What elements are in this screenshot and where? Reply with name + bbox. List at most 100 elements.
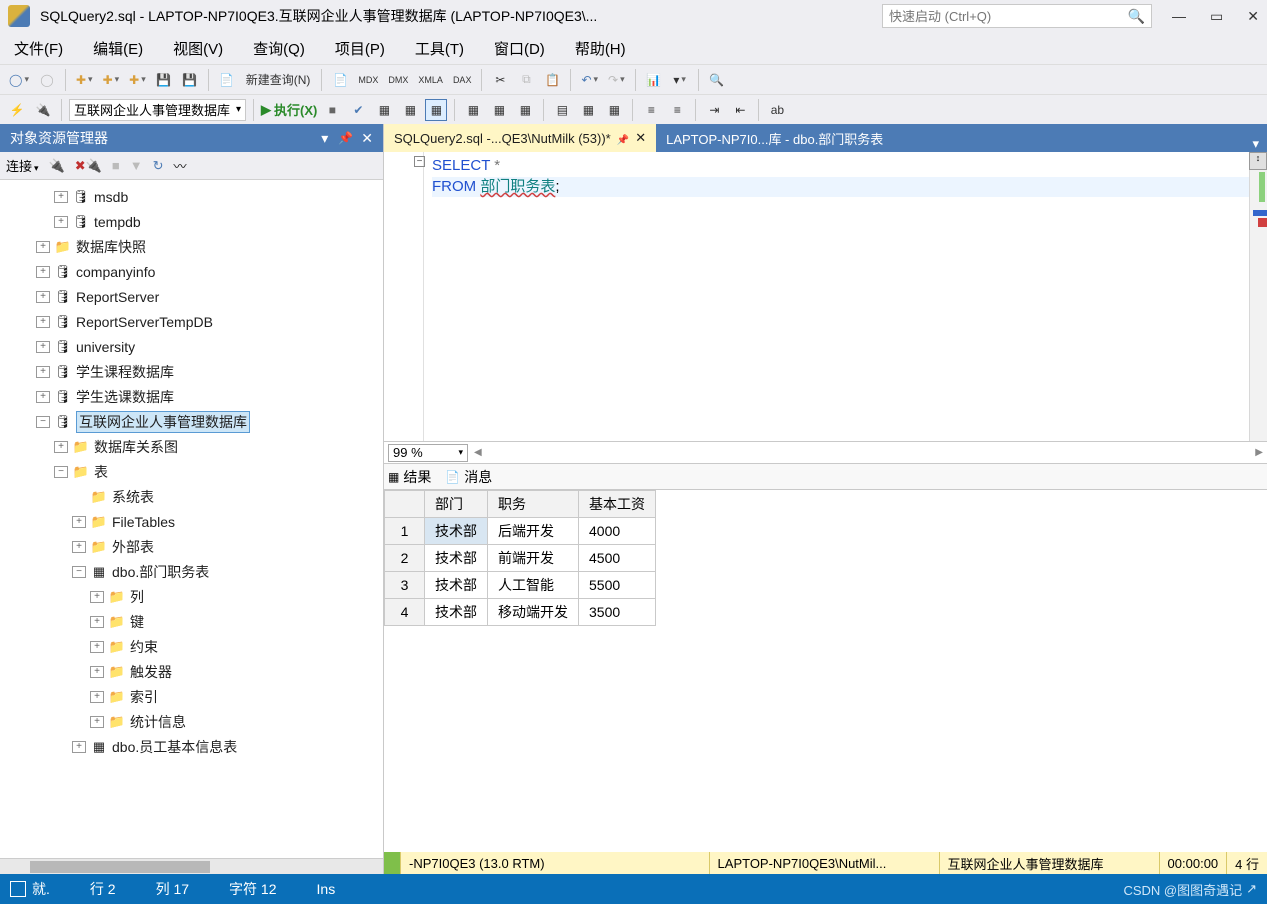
dmx-button[interactable]: DMX — [385, 69, 411, 91]
client-stats-button[interactable]: ▦ — [514, 99, 536, 121]
save-all-button[interactable]: 💾 — [179, 69, 201, 91]
code-text[interactable]: − SELECT * FROM 部门职务表; — [424, 152, 1267, 441]
db-engine-query-button[interactable]: 📄 — [329, 69, 351, 91]
tree-node[interactable]: +🛢学生选课数据库 — [0, 384, 383, 409]
tree-node[interactable]: +📁键 — [0, 609, 383, 634]
outline-collapse-icon[interactable]: − — [414, 156, 425, 167]
tool-options-button[interactable]: ▾ — [669, 69, 691, 91]
tree-node[interactable]: −▦dbo.部门职务表 — [0, 559, 383, 584]
minimize-button[interactable]: — — [1172, 8, 1186, 25]
results-grid-button[interactable]: ▦ — [577, 99, 599, 121]
new-query-button[interactable]: 新建查询(N) — [242, 69, 315, 91]
activity-monitor-button[interactable]: 📊 — [643, 69, 665, 91]
disconnect-icon[interactable]: ✖🔌 — [75, 158, 102, 174]
object-explorer-header[interactable]: 对象资源管理器 ▾ 📌 ✕ — [0, 124, 383, 152]
close-button[interactable]: ✕ — [1247, 8, 1259, 25]
search-icon[interactable]: 🔍 — [1128, 8, 1145, 25]
database-selector[interactable]: 互联网企业人事管理数据库 — [69, 99, 246, 121]
results-grid[interactable]: 部门职务基本工资1技术部后端开发40002技术部前端开发45003技术部人工智能… — [384, 490, 1267, 852]
parse-button[interactable]: ✔ — [347, 99, 369, 121]
oe-scrollbar[interactable] — [0, 858, 383, 874]
menu-query[interactable]: 查询(Q) — [253, 38, 305, 59]
tab-sqlquery2[interactable]: SQLQuery2.sql -...QE3\NutMilk (53))* ✕ — [384, 124, 656, 152]
pin-icon[interactable]: 📌 — [338, 131, 353, 145]
estimated-plan-button[interactable]: ▦ — [373, 99, 395, 121]
tree-node[interactable]: +📁列 — [0, 584, 383, 609]
connect-dropdown[interactable]: 连接 — [6, 156, 39, 175]
execute-button[interactable]: 执行(X) — [261, 100, 317, 119]
quick-launch-box[interactable]: 🔍 — [882, 4, 1152, 28]
tree-node[interactable]: −🛢互联网企业人事管理数据库 — [0, 409, 383, 434]
tab-close-icon[interactable]: ✕ — [635, 130, 646, 146]
results-tab[interactable]: ▦结果 — [388, 467, 431, 487]
uncomment-button[interactable]: ≡ — [666, 99, 688, 121]
intellisense-button[interactable]: ▦ — [425, 99, 447, 121]
mdx-button[interactable]: MDX — [355, 69, 381, 91]
add-item-button[interactable]: ✚ — [126, 69, 149, 91]
stop-button[interactable]: ■ — [321, 99, 343, 121]
menu-project[interactable]: 项目(P) — [335, 38, 385, 59]
query-options-button[interactable]: ▦ — [399, 99, 421, 121]
connect-icon[interactable]: ⚡ — [6, 99, 28, 121]
quick-launch-input[interactable] — [889, 9, 1128, 24]
menu-edit[interactable]: 编辑(E) — [93, 38, 143, 59]
tree-node[interactable]: +📁外部表 — [0, 534, 383, 559]
hscroll-left-icon[interactable]: ◀ — [474, 447, 482, 458]
live-stats-button[interactable]: ▦ — [488, 99, 510, 121]
include-plan-button[interactable]: ▦ — [462, 99, 484, 121]
menu-window[interactable]: 窗口(D) — [494, 38, 545, 59]
panel-close-icon[interactable]: ✕ — [361, 130, 373, 147]
overview-ruler[interactable]: ↕ — [1249, 152, 1267, 441]
code-editor[interactable]: − SELECT * FROM 部门职务表; ↕ — [384, 152, 1267, 442]
menu-file[interactable]: 文件(F) — [14, 38, 63, 59]
split-icon[interactable]: ↕ — [1249, 152, 1267, 170]
tab-list-dropdown[interactable]: ▾ — [1244, 136, 1267, 152]
paste-button[interactable]: 📋 — [541, 69, 563, 91]
maximize-button[interactable]: ▭ — [1210, 8, 1223, 25]
hscroll-right-icon[interactable]: ▶ — [1255, 447, 1263, 458]
tab-pin-icon[interactable] — [617, 131, 629, 146]
filter-icon[interactable]: ▼ — [130, 158, 143, 173]
cut-button[interactable]: ✂ — [489, 69, 511, 91]
menu-view[interactable]: 视图(V) — [173, 38, 223, 59]
new-query-icon[interactable]: 📄 — [216, 69, 238, 91]
stop-icon[interactable]: ■ — [112, 158, 120, 173]
outdent-button[interactable]: ⇤ — [729, 99, 751, 121]
tree-node[interactable]: +📁索引 — [0, 684, 383, 709]
tree-node[interactable]: +🛢msdb — [0, 184, 383, 209]
tree-node[interactable]: +🛢tempdb — [0, 209, 383, 234]
tree-node[interactable]: +▦dbo.员工基本信息表 — [0, 734, 383, 759]
tree-node[interactable]: +🛢学生课程数据库 — [0, 359, 383, 384]
tree-node[interactable]: +📁数据库快照 — [0, 234, 383, 259]
tree-node[interactable]: 📁系统表 — [0, 484, 383, 509]
refresh-icon[interactable]: ↻ — [153, 158, 164, 174]
menu-help[interactable]: 帮助(H) — [575, 38, 626, 59]
table-row[interactable]: 4技术部移动端开发3500 — [385, 599, 656, 626]
tab-table-designer[interactable]: LAPTOP-NP7I0...库 - dbo.部门职务表 — [656, 124, 893, 152]
change-connection-button[interactable]: 🔌 — [32, 99, 54, 121]
zoom-selector[interactable]: 99 % — [388, 444, 468, 462]
undo-button[interactable]: ↶ — [578, 69, 601, 91]
new-project-button[interactable]: ✚ — [73, 69, 96, 91]
tree-node[interactable]: −📁表 — [0, 459, 383, 484]
tree-node[interactable]: +📁约束 — [0, 634, 383, 659]
tree-node[interactable]: +🛢university — [0, 334, 383, 359]
find-button[interactable]: 🔍 — [706, 69, 728, 91]
save-button[interactable]: 💾 — [153, 69, 175, 91]
table-row[interactable]: 3技术部人工智能5500 — [385, 572, 656, 599]
panel-options-icon[interactable]: ▾ — [321, 130, 328, 147]
indent-button[interactable]: ⇥ — [703, 99, 725, 121]
tree-node[interactable]: +🛢companyinfo — [0, 259, 383, 284]
copy-button[interactable]: ⧉ — [515, 69, 537, 91]
specify-values-button[interactable]: ab — [766, 99, 788, 121]
activity-icon[interactable]: 〰 — [173, 156, 186, 175]
connect-plug-icon[interactable]: 🔌 — [49, 158, 65, 174]
tree-node[interactable]: +📁FileTables — [0, 509, 383, 534]
tree-node[interactable]: +📁触发器 — [0, 659, 383, 684]
results-file-button[interactable]: ▦ — [603, 99, 625, 121]
results-text-button[interactable]: ▤ — [551, 99, 573, 121]
dax-button[interactable]: DAX — [450, 69, 475, 91]
tree-node[interactable]: +📁统计信息 — [0, 709, 383, 734]
xmla-button[interactable]: XMLA — [415, 69, 446, 91]
tree-node[interactable]: +🛢ReportServerTempDB — [0, 309, 383, 334]
